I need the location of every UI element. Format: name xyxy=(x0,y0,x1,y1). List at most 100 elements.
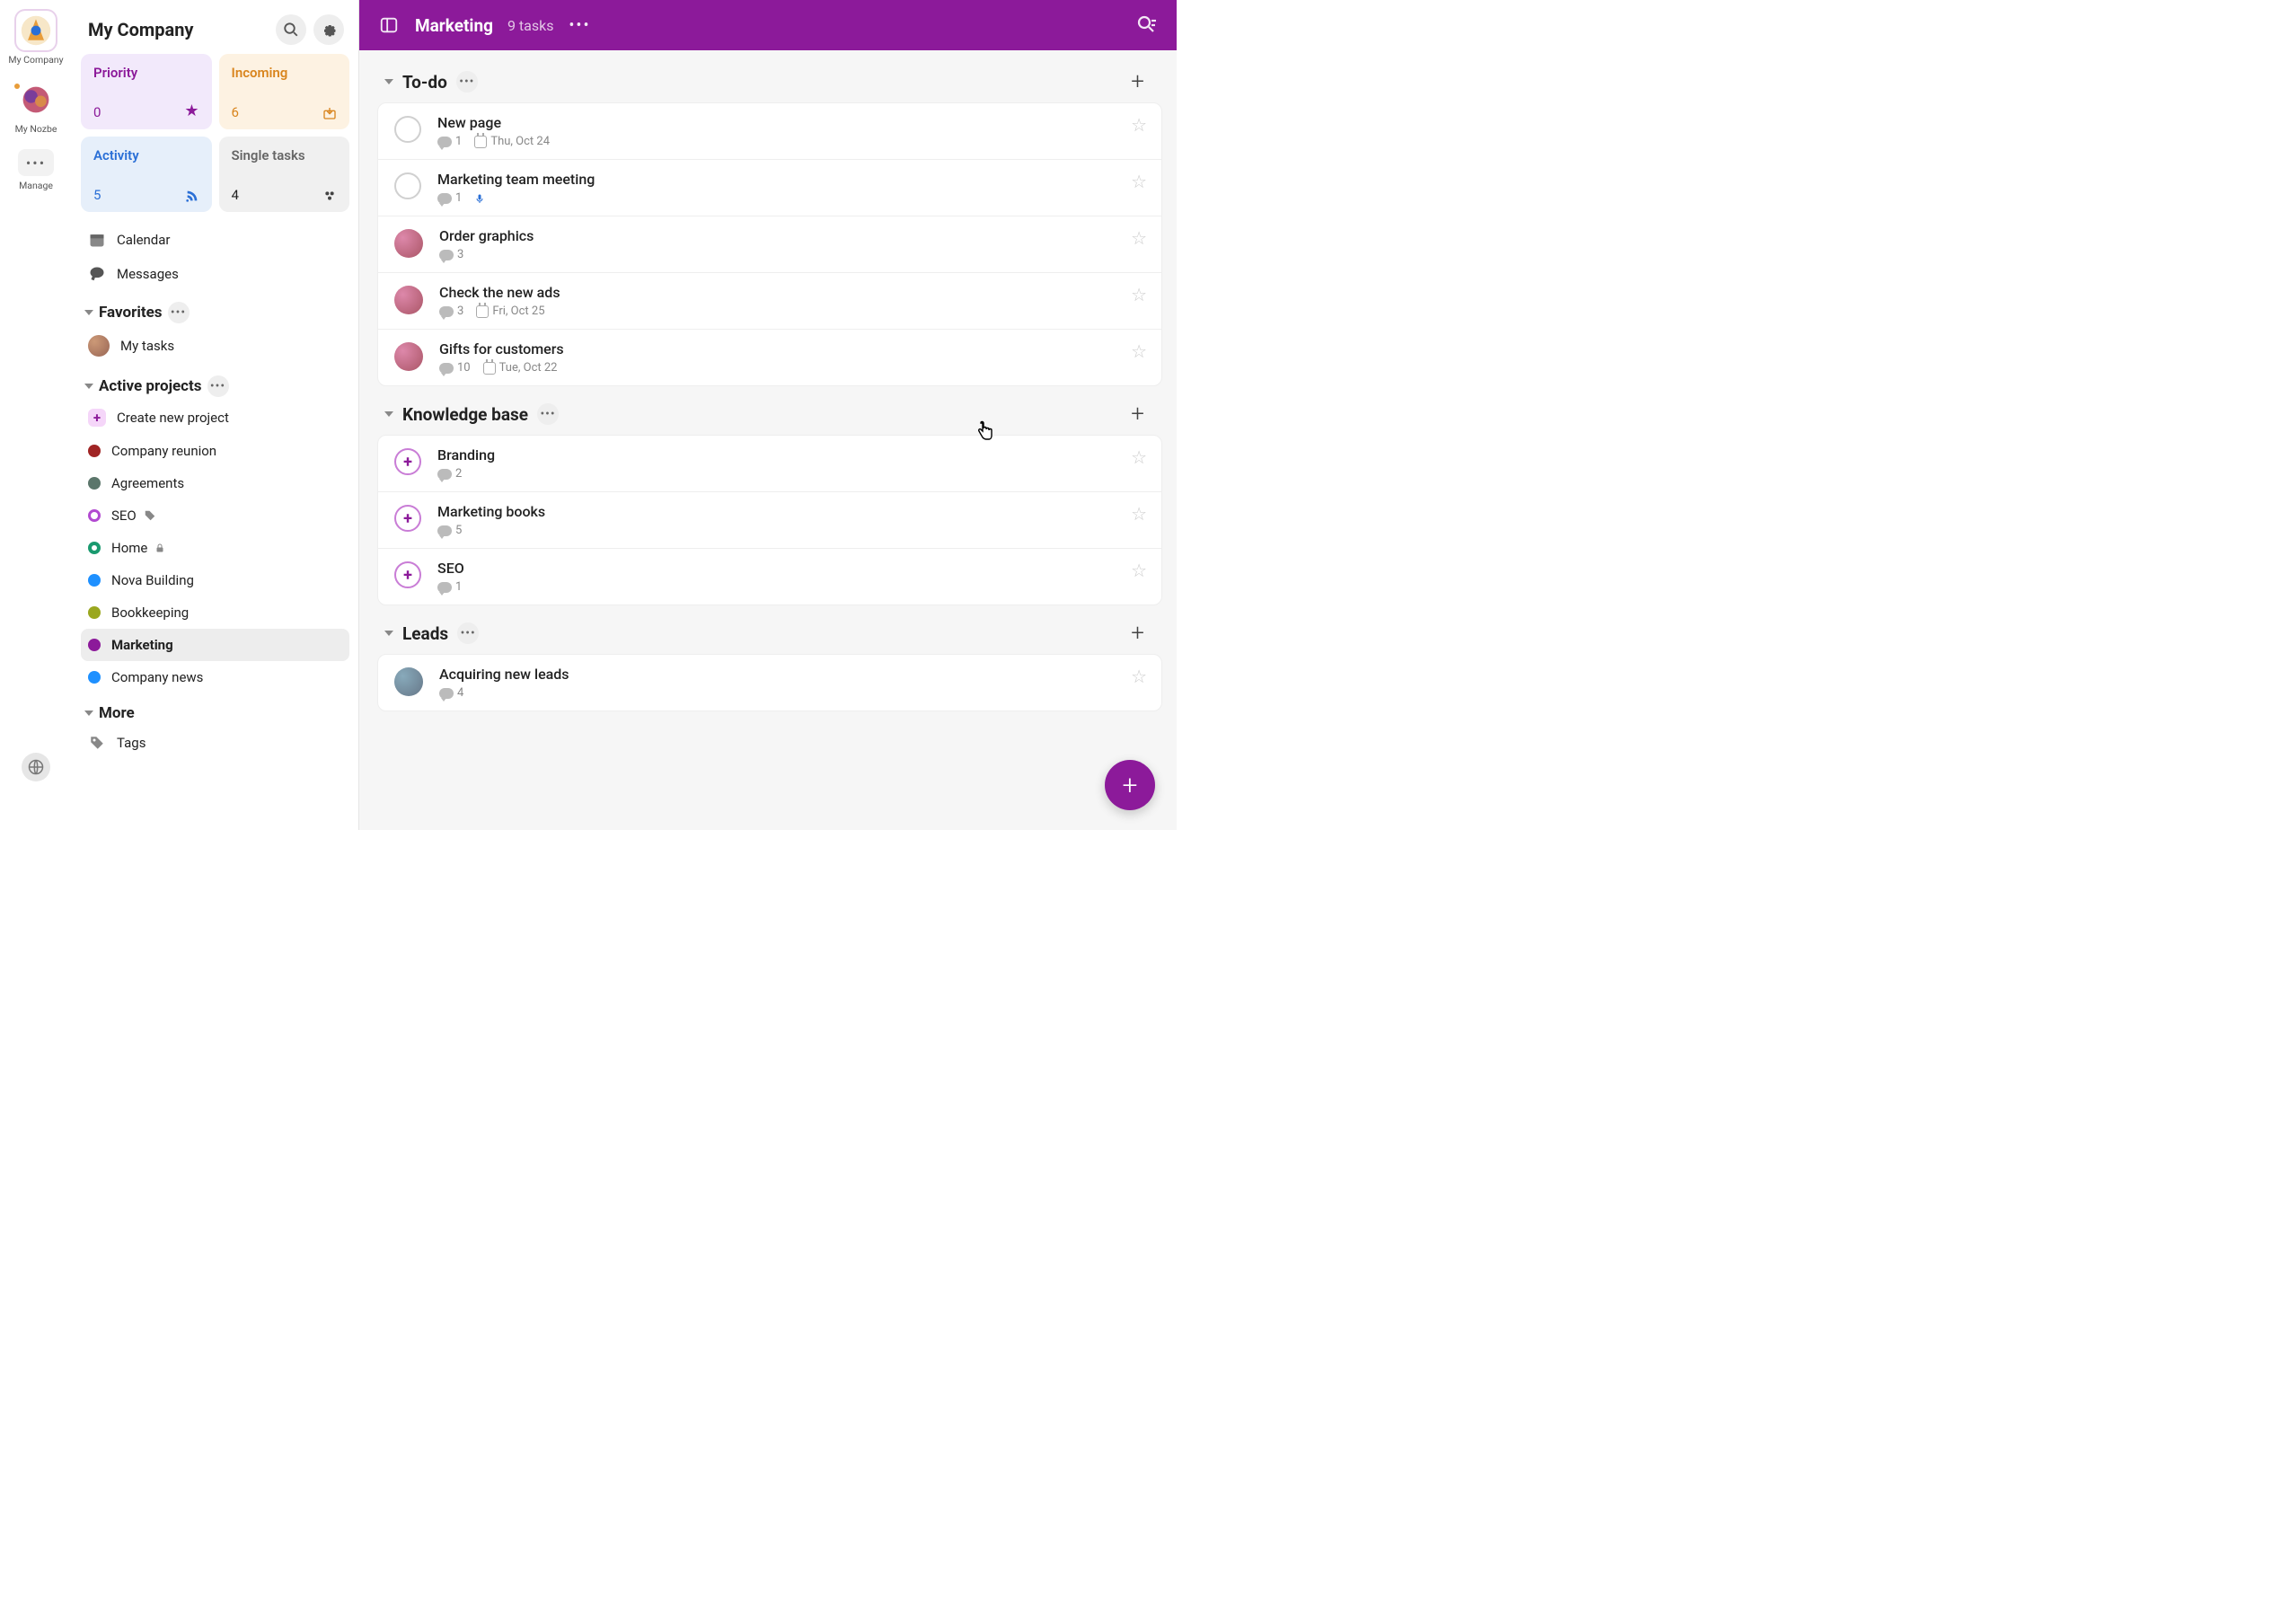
assign-button[interactable]: + xyxy=(394,561,421,588)
smartview-priority[interactable]: Priority 0 ★ xyxy=(81,54,212,129)
sidebar-scroll[interactable]: Priority 0 ★ Incoming 6 xyxy=(72,54,358,830)
project-name: Bookkeeping xyxy=(111,605,189,621)
task-row[interactable]: Order graphics3☆ xyxy=(378,216,1161,273)
priority-star-button[interactable]: ☆ xyxy=(1131,446,1147,468)
priority-star-button[interactable]: ☆ xyxy=(1131,171,1147,192)
task-row[interactable]: Acquiring new leads4 ☆ xyxy=(378,655,1161,710)
priority-star-button[interactable]: ☆ xyxy=(1131,666,1147,687)
priority-star-button[interactable]: ☆ xyxy=(1131,284,1147,305)
project-name: Marketing xyxy=(111,637,173,653)
comment-count: 1 xyxy=(437,135,462,148)
settings-button[interactable] xyxy=(313,14,344,45)
globe-button[interactable] xyxy=(18,749,54,785)
favorite-my-tasks[interactable]: My tasks xyxy=(81,327,349,365)
chevron-down-icon xyxy=(84,710,93,716)
project-item[interactable]: Marketing xyxy=(81,629,349,661)
comment-count: 1 xyxy=(437,580,462,594)
task-title: SEO xyxy=(437,560,1115,577)
workspace-label: My Nozbe xyxy=(15,123,57,135)
assignee-avatar[interactable] xyxy=(394,229,423,258)
group-menu-button[interactable]: ••• xyxy=(537,403,559,425)
task-row[interactable]: + SEO 1 ☆ xyxy=(378,549,1161,605)
assign-button[interactable]: + xyxy=(394,448,421,475)
task-title: Marketing books xyxy=(437,503,1115,520)
smartview-incoming[interactable]: Incoming 6 xyxy=(219,54,350,129)
search-button[interactable] xyxy=(276,14,306,45)
filter-button[interactable] xyxy=(1135,13,1159,37)
tag-icon xyxy=(144,509,156,522)
comment-count: 5 xyxy=(437,524,462,537)
inbox-icon xyxy=(322,106,337,120)
priority-star-button[interactable]: ☆ xyxy=(1131,560,1147,581)
project-item[interactable]: Nova Building xyxy=(81,564,349,596)
task-checkbox[interactable] xyxy=(394,116,421,143)
task-checkbox[interactable] xyxy=(394,172,421,199)
group-add-button[interactable]: + xyxy=(1131,401,1159,428)
assignee-avatar[interactable] xyxy=(394,286,423,314)
project-item[interactable]: SEO xyxy=(81,499,349,532)
manage-button[interactable]: ••• Manage xyxy=(14,146,57,195)
comment-icon xyxy=(437,193,452,204)
task-row[interactable]: Gifts for customers 10Tue, Oct 22 ☆ xyxy=(378,330,1161,385)
task-meta: 10Tue, Oct 22 xyxy=(439,361,1115,375)
group-title: Knowledge base xyxy=(402,404,528,425)
task-body: Acquiring new leads4 xyxy=(439,666,1115,700)
assign-button[interactable]: + xyxy=(394,505,421,532)
sidebar-title: My Company xyxy=(88,19,269,40)
project-item[interactable]: Bookkeeping xyxy=(81,596,349,629)
ellipsis-icon: ••• xyxy=(18,149,54,176)
task-row[interactable]: +Branding2☆ xyxy=(378,436,1161,492)
favorites-section-header[interactable]: Favorites ••• xyxy=(81,291,349,327)
priority-star-button[interactable]: ☆ xyxy=(1131,340,1147,362)
project-menu-button[interactable]: ••• xyxy=(568,13,591,37)
project-item[interactable]: Company reunion xyxy=(81,435,349,467)
group-menu-button[interactable]: ••• xyxy=(456,71,478,93)
comment-count: 1 xyxy=(437,191,462,205)
sidebar-item-label: Tags xyxy=(117,735,146,751)
section-menu-button[interactable]: ••• xyxy=(168,302,190,323)
collapse-sidebar-button[interactable] xyxy=(377,13,401,37)
project-item[interactable]: Company news xyxy=(81,661,349,693)
create-new-project[interactable]: + Create new project xyxy=(81,401,349,435)
comment-icon xyxy=(439,688,454,699)
sidebar-tags[interactable]: Tags xyxy=(81,726,349,760)
task-row[interactable]: Marketing team meeting1☆ xyxy=(378,160,1161,216)
task-groups-content[interactable]: To-do•••+New page1Thu, Oct 24☆Marketing … xyxy=(359,50,1177,830)
project-item[interactable]: Home xyxy=(81,532,349,564)
task-title: New page xyxy=(437,114,1115,131)
plus-icon: + xyxy=(1123,770,1138,801)
project-item[interactable]: Agreements xyxy=(81,467,349,499)
task-row[interactable]: New page1Thu, Oct 24☆ xyxy=(378,103,1161,160)
priority-star-button[interactable]: ☆ xyxy=(1131,503,1147,525)
project-color-dot xyxy=(88,639,101,651)
active-projects-section-header[interactable]: Active projects ••• xyxy=(81,365,349,401)
task-title: Gifts for customers xyxy=(439,340,1115,357)
tag-icon xyxy=(88,734,106,752)
assignee-avatar[interactable] xyxy=(394,342,423,371)
smartview-single[interactable]: Single tasks 4 xyxy=(219,137,350,212)
group-header[interactable]: Knowledge base ••• + xyxy=(370,393,1169,435)
sidebar-messages[interactable]: Messages xyxy=(81,257,349,291)
avatar-icon xyxy=(88,335,110,357)
group-header[interactable]: Leads•••+ xyxy=(370,613,1169,654)
task-row[interactable]: + Marketing books 5 ☆ xyxy=(378,492,1161,549)
priority-star-button[interactable]: ☆ xyxy=(1131,114,1147,136)
add-task-fab[interactable]: + xyxy=(1105,760,1155,810)
group-add-button[interactable]: + xyxy=(1131,620,1159,647)
task-row[interactable]: Check the new ads3Fri, Oct 25☆ xyxy=(378,273,1161,330)
priority-star-button[interactable]: ☆ xyxy=(1131,227,1147,249)
comment-icon xyxy=(437,525,452,536)
section-menu-button[interactable]: ••• xyxy=(207,375,229,397)
project-name: SEO xyxy=(111,508,137,524)
smartview-activity[interactable]: Activity 5 xyxy=(81,137,212,212)
chevron-down-icon xyxy=(384,411,393,417)
more-section-header[interactable]: More xyxy=(81,693,349,726)
assignee-avatar[interactable] xyxy=(394,667,423,696)
group-add-button[interactable]: + xyxy=(1131,68,1159,95)
group-menu-button[interactable]: ••• xyxy=(457,622,479,644)
smartviews-grid: Priority 0 ★ Incoming 6 xyxy=(81,54,349,212)
workspace-my-company[interactable]: My Company xyxy=(4,7,66,69)
group-header[interactable]: To-do•••+ xyxy=(370,61,1169,102)
workspace-my-nozbe[interactable]: My Nozbe xyxy=(12,76,61,138)
sidebar-calendar[interactable]: Calendar xyxy=(81,223,349,257)
